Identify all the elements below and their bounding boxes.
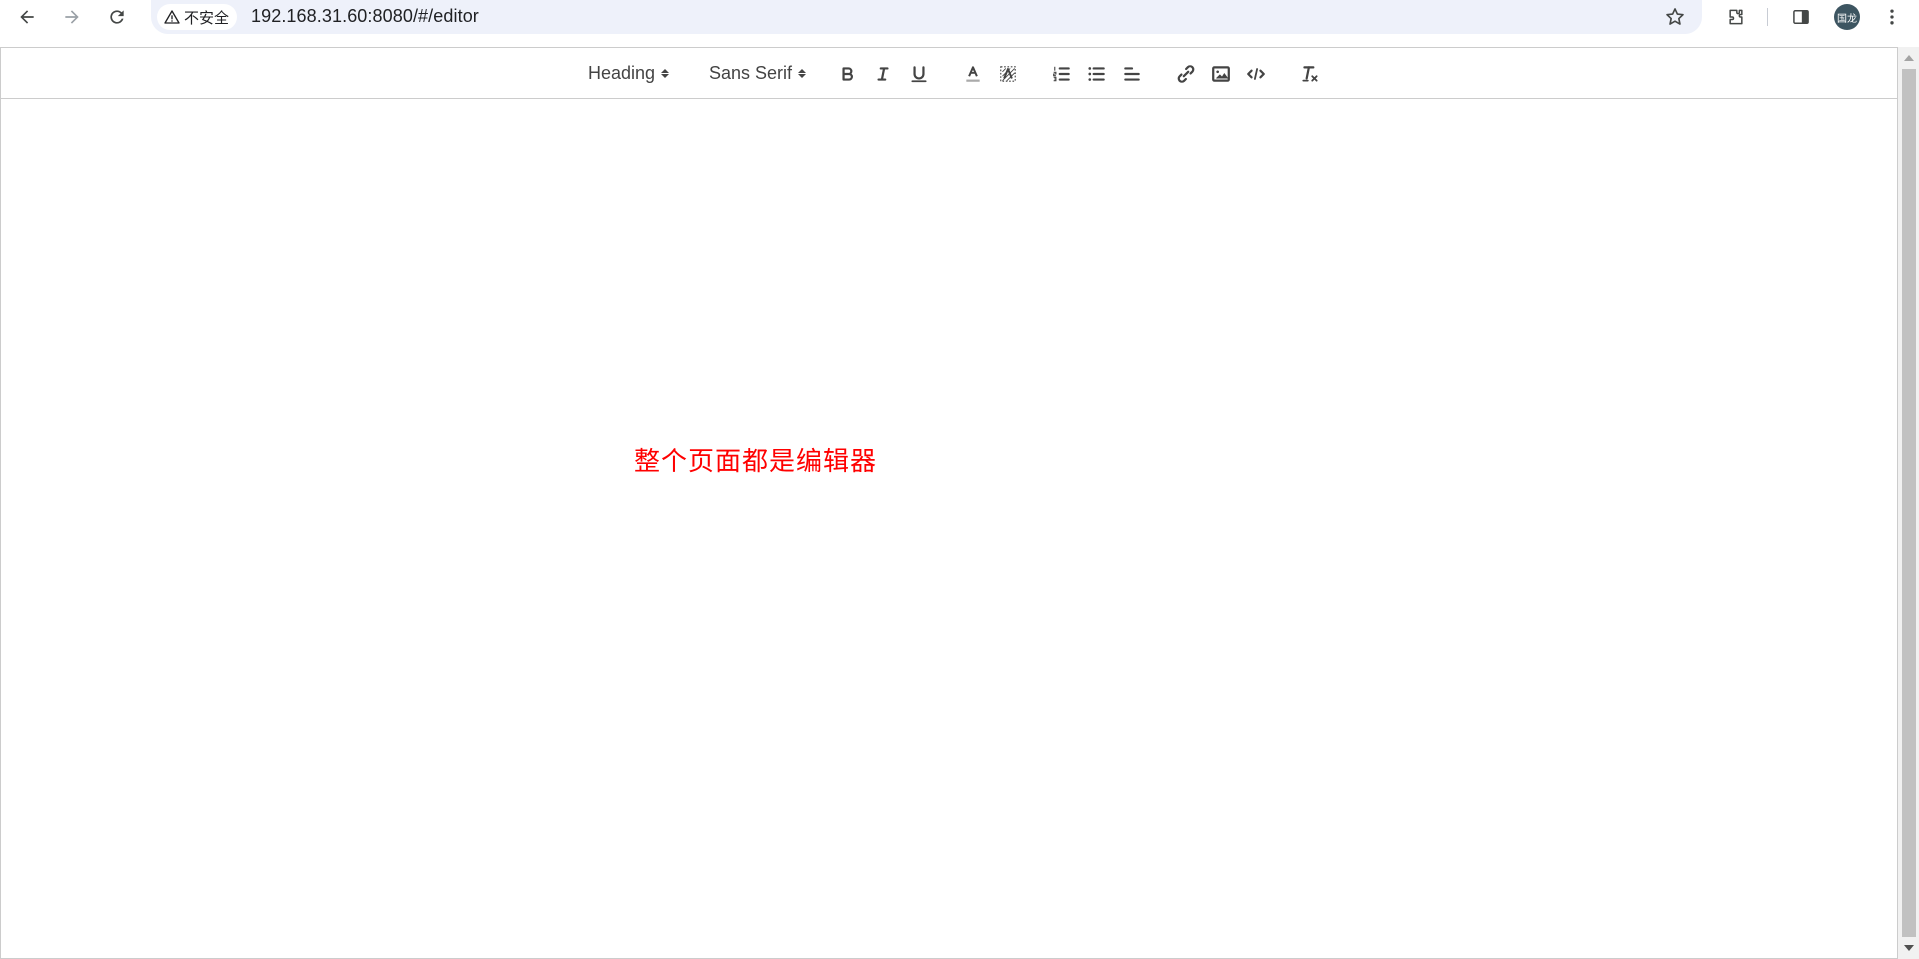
text-color-button[interactable] <box>959 61 987 87</box>
scroll-up-icon[interactable] <box>1904 55 1914 61</box>
bullet-list-icon <box>1088 67 1105 81</box>
scroll-down-icon[interactable] <box>1904 945 1914 951</box>
editor-toolbar: Heading Sans Serif <box>1 48 1897 99</box>
star-icon <box>1666 8 1684 25</box>
address-bar[interactable]: 不安全 192.168.31.60:8080/#/editor <box>151 0 1702 34</box>
scrollbar-thumb[interactable] <box>1902 69 1916 937</box>
bookmark-button[interactable] <box>1663 5 1687 29</box>
heading-picker[interactable]: Heading <box>588 61 670 85</box>
editor-content-area[interactable]: 整个页面都是编辑器 <box>1 99 1897 958</box>
ordered-list-button[interactable] <box>1048 61 1076 87</box>
image-button[interactable] <box>1207 61 1235 87</box>
code-block-button[interactable] <box>1242 61 1270 87</box>
browser-menu-button[interactable] <box>1878 3 1906 31</box>
side-panel-icon <box>1793 10 1809 24</box>
warning-icon <box>164 10 180 24</box>
profile-avatar[interactable]: 国龙 <box>1834 4 1860 30</box>
kebab-menu-icon <box>1890 9 1894 25</box>
image-icon <box>1212 66 1230 82</box>
forward-button[interactable] <box>57 2 87 32</box>
italic-button[interactable] <box>869 61 897 87</box>
background-color-button[interactable] <box>994 61 1022 87</box>
security-chip[interactable]: 不安全 <box>157 4 238 30</box>
back-button[interactable] <box>12 2 42 32</box>
text-color-icon <box>966 66 980 82</box>
clear-format-icon <box>1302 66 1318 82</box>
underline-button[interactable] <box>905 61 933 87</box>
security-label: 不安全 <box>184 9 230 27</box>
align-button[interactable] <box>1118 61 1146 87</box>
heading-picker-label: Heading <box>588 62 656 83</box>
forward-arrow-icon <box>65 10 79 24</box>
background-color-icon <box>1000 66 1016 82</box>
back-arrow-icon <box>20 10 34 24</box>
bold-icon <box>842 67 853 81</box>
bullet-list-button[interactable] <box>1083 61 1111 87</box>
picker-arrows-icon <box>798 68 807 78</box>
font-picker-label: Sans Serif <box>709 62 793 83</box>
reload-icon <box>110 10 124 24</box>
editor-container: Heading Sans Serif 整个页面都是编辑器 <box>0 47 1898 959</box>
clear-format-button[interactable] <box>1296 61 1324 87</box>
vertical-scrollbar[interactable] <box>1898 47 1919 959</box>
extensions-icon <box>1729 9 1743 25</box>
code-block-icon <box>1247 68 1265 80</box>
picker-arrows-icon <box>661 68 670 78</box>
browser-toolbar: 不安全 192.168.31.60:8080/#/editor 国龙 <box>0 0 1919 34</box>
side-panel-button[interactable] <box>1787 3 1815 31</box>
editor-annotation: 整个页面都是编辑器 <box>634 447 878 477</box>
ordered-list-icon <box>1053 66 1070 82</box>
italic-icon <box>877 67 889 81</box>
font-picker[interactable]: Sans Serif <box>709 61 807 85</box>
link-button[interactable] <box>1172 61 1200 87</box>
underline-icon <box>911 66 927 83</box>
link-icon <box>1177 65 1195 83</box>
align-icon <box>1124 67 1140 81</box>
url-text[interactable]: 192.168.31.60:8080/#/editor <box>251 6 479 27</box>
toolbar-divider <box>1767 8 1768 26</box>
bold-button[interactable] <box>834 61 862 87</box>
reload-button[interactable] <box>102 2 132 32</box>
extensions-button[interactable] <box>1722 3 1750 31</box>
